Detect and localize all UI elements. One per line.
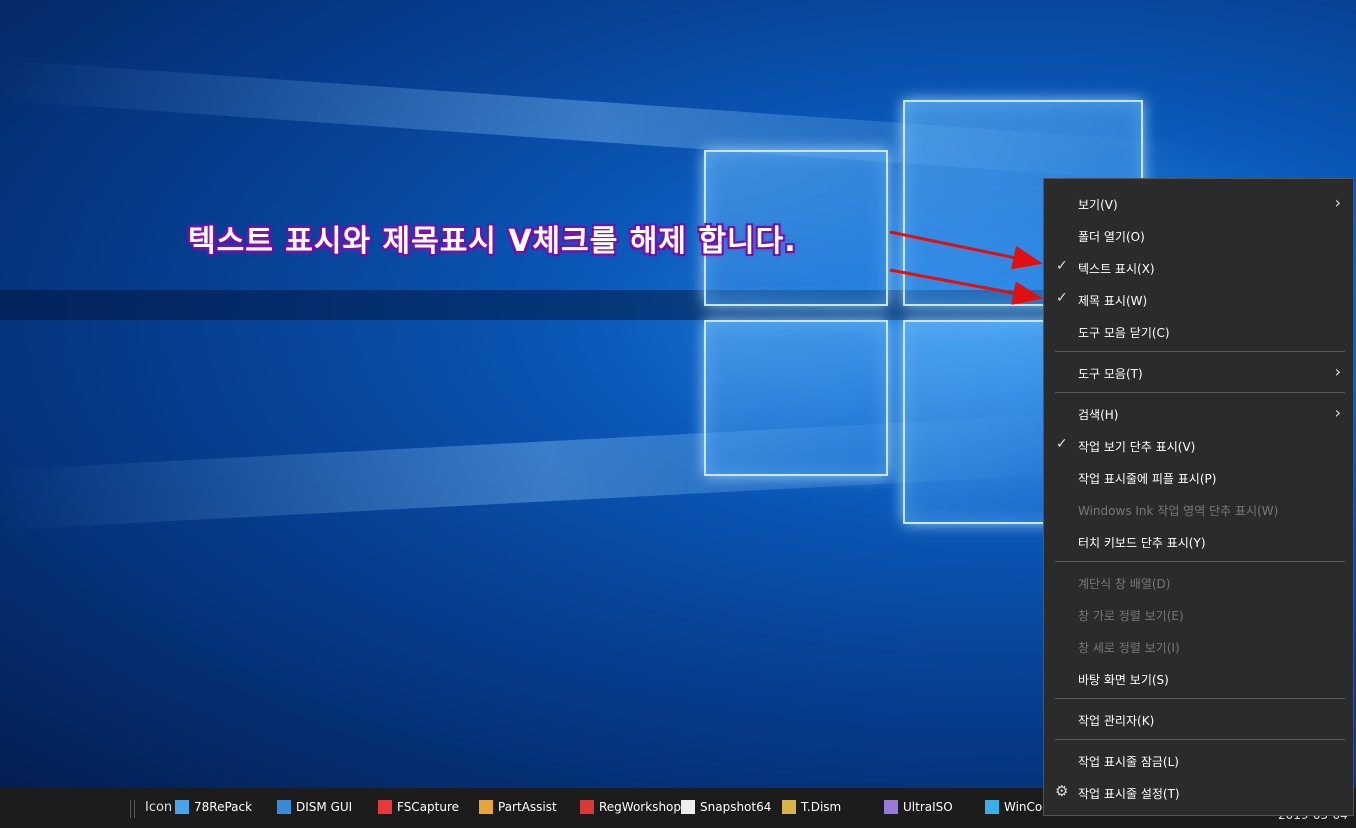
taskbar-item-label: WinCor	[1004, 800, 1048, 814]
menu-item-label: 작업 보기 단추 표시(V)	[1078, 440, 1196, 454]
menu-item[interactable]: 보기(V) ›	[1044, 189, 1353, 217]
taskbar-item-label: RegWorkshop	[599, 800, 682, 814]
menu-item: 창 세로 정렬 보기(I)	[1044, 632, 1353, 660]
taskbar-item[interactable]: DISM GUI	[277, 794, 352, 820]
taskbar-item-label: T.Dism	[801, 800, 842, 814]
taskbar-item-label: FSCapture	[397, 800, 460, 814]
taskbar-app-icon	[277, 800, 291, 814]
taskbar-item[interactable]: T.Dism	[782, 794, 841, 820]
menu-item: 창 가로 정렬 보기(E)	[1044, 600, 1353, 628]
menu-item-label: 창 세로 정렬 보기(I)	[1078, 641, 1180, 655]
menu-item-label: 터치 키보드 단추 표시(Y)	[1078, 536, 1206, 550]
taskbar-item[interactable]: 78RePack	[175, 794, 252, 820]
menu-item[interactable]: 작업 표시줄에 피플 표시(P)	[1044, 463, 1353, 491]
menu-item[interactable]: 바탕 화면 보기(S)	[1044, 664, 1353, 692]
menu-item: Windows Ink 작업 영역 단추 표시(W)	[1044, 495, 1353, 523]
taskbar-context-menu: 보기(V) › 폴더 열기(O) ✓ 텍스트 표시(X) ✓ 제목 표시(W) 도구 모음 닫…	[1043, 178, 1354, 816]
chevron-right-icon: ›	[1334, 403, 1341, 422]
taskbar-app-icon	[681, 800, 695, 814]
taskbar-app-icon	[580, 800, 594, 814]
menu-item-label: 계단식 창 배열(D)	[1078, 577, 1171, 591]
menu-item-label: 텍스트 표시(X)	[1078, 262, 1155, 276]
menu-item-label: 작업 표시줄 설정(T)	[1078, 787, 1180, 801]
menu-item-label: 제목 표시(W)	[1078, 294, 1148, 308]
menu-item: 계단식 창 배열(D)	[1044, 568, 1353, 596]
chevron-right-icon: ›	[1334, 193, 1341, 212]
taskbar-item[interactable]: PartAssist	[479, 794, 557, 820]
gear-icon: ⚙	[1055, 782, 1069, 800]
menu-separator	[1055, 739, 1345, 740]
menu-item[interactable]: 도구 모음(T) ›	[1044, 358, 1353, 386]
arrow-to-text-display	[889, 230, 1043, 270]
taskbar-item[interactable]: Snapshot64	[681, 794, 771, 820]
taskbar-item-label: PartAssist	[498, 800, 557, 814]
menu-item-label: 검색(H)	[1078, 408, 1119, 422]
menu-item[interactable]: 터치 키보드 단추 표시(Y)	[1044, 527, 1353, 555]
taskbar-item[interactable]: RegWorkshop	[580, 794, 681, 820]
taskbar-app-icon	[479, 800, 493, 814]
taskbar-app-icon	[378, 800, 392, 814]
menu-item[interactable]: ⚙ 작업 표시줄 설정(T)	[1044, 778, 1353, 806]
taskbar-item[interactable]: FSCapture	[378, 794, 459, 820]
taskbar-app-icon	[884, 800, 898, 814]
menu-item[interactable]: ✓ 제목 표시(W)	[1044, 285, 1353, 313]
taskbar-item[interactable]: UltraISO	[884, 794, 953, 820]
menu-item[interactable]: ✓ 텍스트 표시(X)	[1044, 253, 1353, 281]
menu-item[interactable]: 폴더 열기(O)	[1044, 221, 1353, 249]
taskbar-item-label: 78RePack	[194, 800, 253, 814]
menu-item-label: Windows Ink 작업 영역 단추 표시(W)	[1078, 504, 1279, 518]
taskbar-item[interactable]: WinCor	[985, 794, 1047, 820]
taskbar-item-label: DISM GUI	[296, 800, 353, 814]
menu-item[interactable]: 도구 모음 닫기(C)	[1044, 317, 1353, 345]
toolbar-label: Icon	[145, 800, 173, 815]
menu-item-label: 보기(V)	[1078, 198, 1118, 212]
menu-item-label: 작업 표시줄 잠금(L)	[1078, 755, 1179, 769]
menu-item-label: 도구 모음(T)	[1078, 367, 1143, 381]
menu-item[interactable]: ✓ 작업 보기 단추 표시(V)	[1044, 431, 1353, 459]
menu-item-label: 폴더 열기(O)	[1078, 230, 1145, 244]
menu-separator	[1055, 392, 1345, 393]
checkmark-icon: ✓	[1056, 436, 1068, 452]
menu-item-label: 바탕 화면 보기(S)	[1078, 673, 1169, 687]
taskbar-app-icon	[782, 800, 796, 814]
menu-separator	[1055, 561, 1345, 562]
menu-item-label: 작업 표시줄에 피플 표시(P)	[1078, 472, 1217, 486]
taskbar-app-icon	[985, 800, 999, 814]
checkmark-icon: ✓	[1056, 290, 1068, 306]
toolbar-grip[interactable]	[130, 800, 135, 818]
menu-separator	[1055, 698, 1345, 699]
taskbar-item-label: UltraISO	[903, 800, 953, 814]
checkmark-icon: ✓	[1056, 258, 1068, 274]
chevron-right-icon: ›	[1334, 362, 1341, 381]
menu-item[interactable]: 작업 표시줄 잠금(L)	[1044, 746, 1353, 774]
menu-item-label: 창 가로 정렬 보기(E)	[1078, 609, 1184, 623]
taskbar-app-icon	[175, 800, 189, 814]
menu-item[interactable]: 작업 관리자(K)	[1044, 705, 1353, 733]
menu-item-label: 작업 관리자(K)	[1078, 714, 1155, 728]
menu-separator	[1055, 351, 1345, 352]
taskbar-item-label: Snapshot64	[700, 800, 772, 814]
arrow-to-title-display	[889, 268, 1043, 305]
menu-item[interactable]: 검색(H) ›	[1044, 399, 1353, 427]
menu-item-label: 도구 모음 닫기(C)	[1078, 326, 1170, 340]
